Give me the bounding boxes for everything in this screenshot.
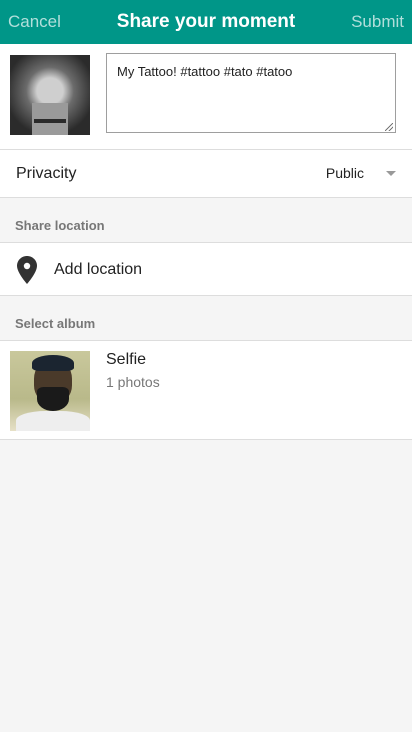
post-composer: My Tattoo! #tattoo #tato #tatoo: [0, 44, 412, 150]
textarea-resize-handle[interactable]: [385, 123, 393, 131]
caption-textarea[interactable]: My Tattoo! #tattoo #tato #tatoo: [106, 53, 396, 133]
album-item[interactable]: Selfie 1 photos: [0, 340, 412, 440]
share-location-header: Share location: [0, 198, 412, 242]
photo-hair-shape: [32, 355, 74, 371]
privacy-label: Privacity: [16, 165, 77, 182]
add-location-row[interactable]: Add location: [0, 242, 412, 296]
submit-button[interactable]: Submit: [351, 12, 404, 32]
privacy-selector[interactable]: Privacity Public: [0, 150, 412, 198]
share-location-label: Share location: [15, 218, 105, 233]
photo-beard-shape: [37, 387, 69, 411]
location-pin-icon: [17, 256, 37, 284]
add-location-label: Add location: [54, 261, 143, 278]
top-app-bar: Cancel Share your moment Submit: [0, 0, 412, 44]
chevron-down-icon[interactable]: [386, 171, 396, 176]
privacy-value[interactable]: Public: [326, 165, 364, 181]
photo-shirt-shape: [16, 411, 90, 431]
album-photo-count: 1 photos: [106, 374, 160, 390]
post-photo-thumbnail[interactable]: [10, 55, 90, 135]
photo-tattoo-shape: [34, 119, 66, 123]
select-album-label: Select album: [15, 316, 96, 331]
select-album-header: Select album: [0, 296, 412, 340]
album-cover-thumbnail: [10, 351, 90, 431]
album-title: Selfie: [106, 351, 147, 368]
